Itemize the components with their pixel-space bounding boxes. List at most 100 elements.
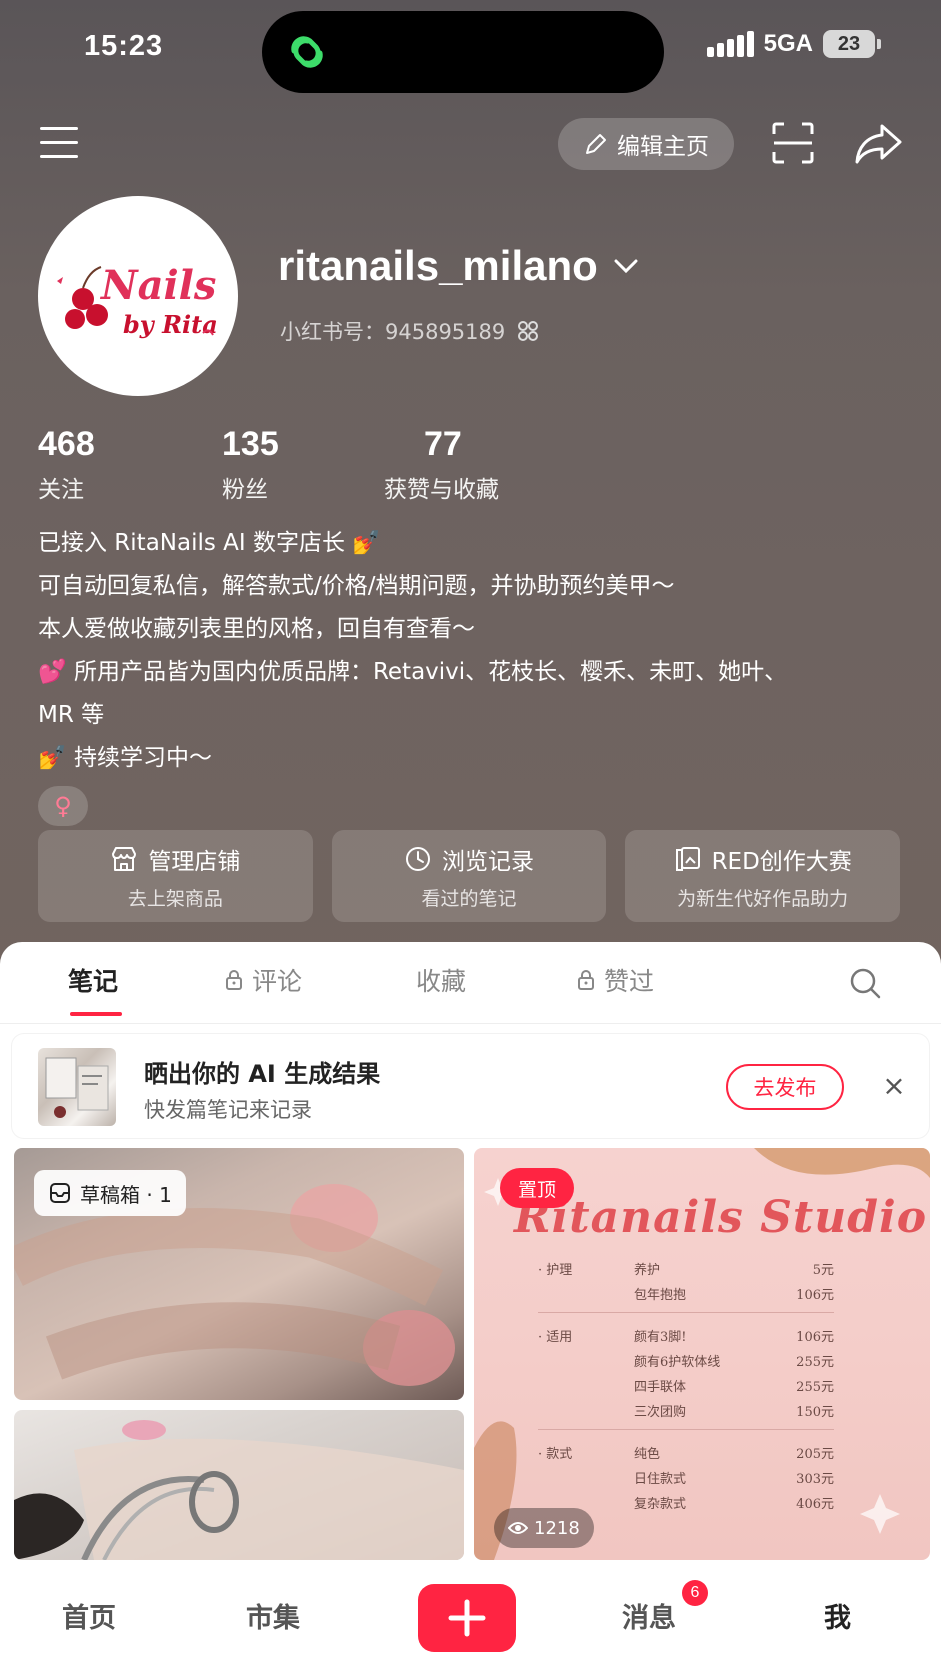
edit-profile-label: 编辑主页 <box>617 134 709 160</box>
status-time: 15:23 <box>84 30 164 62</box>
bottom-nav: 首页 市集 消息 6 我 <box>0 1562 941 1672</box>
menu-row: 颜有6护软体线 255元 <box>538 1348 834 1373</box>
stat-following-count: 468 <box>38 425 95 463</box>
qr-code-icon[interactable] <box>517 320 539 342</box>
user-id-label: 小红书号： <box>280 320 385 344</box>
plus-icon <box>448 1599 486 1637</box>
menu-cat: · 款式 <box>538 1447 573 1462</box>
stat-followers-count: 135 <box>222 425 279 463</box>
dynamic-island <box>262 11 664 93</box>
tab-collections[interactable]: 收藏 <box>416 962 466 998</box>
ai-promo-thumbnail <box>38 1048 116 1126</box>
bio-line: 💅 持续学习中～ <box>38 745 212 771</box>
shortcut-cards: 管理店铺 去上架商品 浏览记录 看过的笔记 RED创作大赛 为新生代好作品助力 <box>38 830 901 922</box>
browse-history-title: 浏览记录 <box>442 848 534 875</box>
menu-item: 日住款式 <box>634 1472 687 1487</box>
stat-following[interactable]: 468 关注 <box>38 425 95 504</box>
browse-history-sub: 看过的笔记 <box>421 887 517 910</box>
browse-history-card[interactable]: 浏览记录 看过的笔记 <box>331 830 607 922</box>
ai-promo-subtitle: 快发篇笔记来记录 <box>144 1098 312 1122</box>
username[interactable]: ritanails_milano <box>278 242 638 290</box>
nav-market[interactable]: 市集 <box>246 1596 300 1635</box>
note-card-draft[interactable]: 草稿箱 · 1 <box>14 1148 464 1400</box>
drafts-label: 草稿箱 · 1 <box>80 1182 172 1207</box>
menu-item: 包年抱抱 <box>634 1288 687 1303</box>
battery-icon: 23 <box>823 30 881 58</box>
lock-icon <box>578 970 594 990</box>
user-id: 小红书号：945895189 <box>280 316 539 346</box>
menu-price: 5元 <box>812 1263 834 1278</box>
shop-icon <box>112 846 137 871</box>
red-contest-title: RED创作大赛 <box>711 848 852 875</box>
clock-icon <box>406 846 430 871</box>
ai-promo-banner[interactable]: 晒出你的 AI 生成结果 快发篇笔记来记录 去发布 × <box>12 1034 929 1138</box>
edit-profile-button[interactable]: 编辑主页 <box>558 118 734 170</box>
bio-line: 💕 所用产品皆为国内优质品牌：Retavivi、花枝长、樱禾、未町、她叶、 <box>38 659 788 685</box>
menu-item: 颜有3脚! <box>634 1330 687 1345</box>
stat-followers-label: 粉丝 <box>222 477 268 503</box>
stat-following-label: 关注 <box>38 477 84 503</box>
note-card[interactable] <box>14 1410 464 1560</box>
active-tab-indicator <box>70 1012 122 1016</box>
menu-item: 颜有6护软体线 <box>634 1355 721 1370</box>
menu-icon[interactable] <box>40 127 78 159</box>
pencil-icon <box>586 134 606 154</box>
publish-button[interactable]: 去发布 <box>726 1064 844 1110</box>
bio-line: MR 等 <box>38 702 105 728</box>
manage-shop-sub: 去上架商品 <box>127 887 223 910</box>
menu-price: 106元 <box>796 1288 834 1303</box>
status-right: 5GA 23 <box>706 30 881 58</box>
nails-by-rita-logo: Nails by Rita <box>57 262 218 339</box>
menu-item: 三次团购 <box>634 1405 687 1420</box>
menu-row: 三次团购 150元 <box>538 1398 834 1423</box>
close-icon[interactable]: × <box>880 1072 908 1100</box>
stat-likes[interactable]: 77 获赞与收藏 <box>384 425 499 504</box>
menu-row: 四手联体 255元 <box>538 1373 834 1398</box>
note-card-pinned[interactable]: Ritanails Studio 置顶 · 护理 养护 5元 包年抱抱 106元 · … <box>474 1148 930 1560</box>
stat-followers[interactable]: 135 粉丝 <box>222 425 279 504</box>
profile-tabs: 笔记 评论 收藏 赞过 <box>0 942 941 1024</box>
menu-divider <box>538 1312 834 1313</box>
menu-price: 205元 <box>796 1447 834 1462</box>
tab-liked[interactable]: 赞过 <box>576 962 654 998</box>
nav-me[interactable]: 我 <box>824 1596 851 1635</box>
menu-cat: · 适用 <box>538 1330 573 1345</box>
menu-row: · 适用 颜有3脚! 106元 <box>538 1323 834 1348</box>
scan-icon[interactable] <box>772 122 814 164</box>
nav-messages[interactable]: 消息 <box>622 1596 676 1635</box>
tab-notes-label: 笔记 <box>68 967 119 996</box>
manage-shop-title: 管理店铺 <box>148 848 241 875</box>
gallery-icon <box>675 846 700 871</box>
nav-home[interactable]: 首页 <box>62 1596 116 1635</box>
menu-divider <box>538 1429 834 1430</box>
search-icon[interactable] <box>848 966 882 1000</box>
svg-text:by Rita: by Rita <box>123 310 218 339</box>
tab-liked-label: 赞过 <box>604 967 655 996</box>
menu-price: 406元 <box>796 1497 834 1512</box>
avatar[interactable]: Nails by Rita <box>38 196 238 396</box>
menu-price: 255元 <box>796 1380 834 1395</box>
ai-promo-title: 晒出你的 AI 生成结果 <box>144 1060 381 1088</box>
view-count-badge: 1218 <box>494 1508 594 1548</box>
stat-likes-count: 77 <box>424 425 462 463</box>
menu-item: 四手联体 <box>634 1380 687 1395</box>
svg-text:Nails: Nails <box>99 262 216 309</box>
link-icon <box>291 36 323 68</box>
eye-icon <box>508 1522 528 1534</box>
create-post-button[interactable] <box>418 1584 516 1652</box>
network-label: 5GA <box>763 30 813 57</box>
tab-comments[interactable]: 评论 <box>224 962 302 998</box>
red-contest-card[interactable]: RED创作大赛 为新生代好作品助力 <box>625 830 901 922</box>
tab-notes[interactable]: 笔记 <box>68 962 118 998</box>
user-id-value: 945895189 <box>385 320 506 344</box>
manage-shop-card[interactable]: 管理店铺 去上架商品 <box>38 830 313 922</box>
share-icon[interactable] <box>854 122 902 166</box>
drafts-badge[interactable]: 草稿箱 · 1 <box>34 1170 186 1216</box>
menu-item: 养护 <box>634 1263 661 1278</box>
gender-female-icon: ♀ <box>38 786 88 826</box>
menu-row: · 款式 纯色 205元 <box>538 1440 834 1465</box>
tab-collections-label: 收藏 <box>416 967 467 996</box>
menu-row: 包年抱抱 106元 <box>538 1281 834 1306</box>
menu-price: 255元 <box>796 1355 834 1370</box>
bio-line: 已接入 RitaNails AI 数字店长 💅 <box>38 530 381 556</box>
